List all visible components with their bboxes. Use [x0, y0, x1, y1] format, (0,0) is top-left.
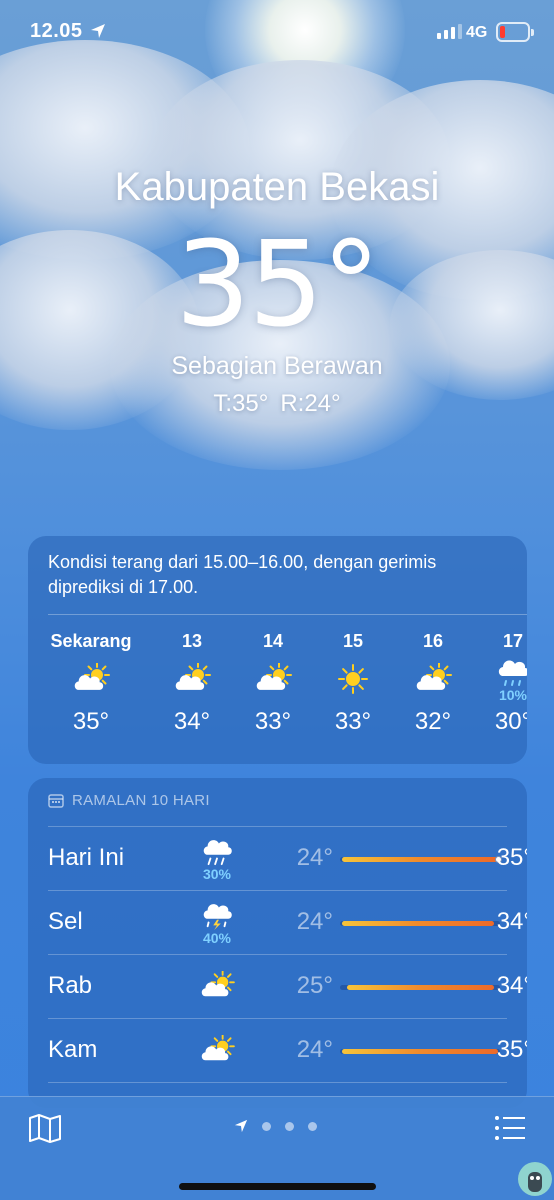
day-label: Hari Ini [48, 844, 125, 871]
high-temperature: T:35° [213, 390, 269, 417]
location-arrow-icon [91, 24, 105, 38]
hour-label: 15 [342, 631, 364, 651]
current-temperature: 35° [175, 215, 380, 353]
list-icon[interactable] [494, 1115, 526, 1141]
daily-forecast-title: RAMALAN 10 HARI [72, 792, 210, 809]
partly-sunny-icon [416, 663, 452, 690]
city-name: Kabupaten Bekasi [114, 165, 440, 209]
hour-icon-wrap [313, 654, 393, 704]
daily-row[interactable]: Sel 40% 24° 34° [48, 890, 527, 954]
daily-forecast-card[interactable]: RAMALAN 10 HARI Hari Ini 30% 24° 35° Sel… [28, 778, 527, 1108]
hour-temperature: 32° [414, 708, 452, 735]
hourly-item: 14 33° [233, 628, 313, 736]
daily-row[interactable]: Rab 25° 34° [48, 954, 527, 1018]
divider [48, 614, 527, 615]
hourly-item: 15 33° [313, 628, 393, 736]
avatar-icon [528, 1172, 542, 1192]
hour-label: 16 [422, 631, 444, 651]
hour-temperature: 35° [72, 708, 110, 735]
page-dot [308, 1121, 317, 1131]
network-type: 4G [466, 24, 488, 41]
page-indicator[interactable] [234, 1119, 317, 1133]
status-time: 12.05 [30, 20, 83, 42]
partly-sunny-icon [175, 663, 211, 690]
low-temperature: 24° [296, 844, 333, 871]
status-bar: 12.05 4G [0, 0, 554, 64]
hour-label: 17 [502, 631, 524, 651]
day-label: Kam [48, 1036, 98, 1063]
high-temperature: 34° [496, 908, 527, 935]
low-temperature: R:24° [280, 390, 341, 417]
hourly-item: 17 10% 30° [473, 628, 527, 736]
daily-row[interactable]: Kam 24° 35° [48, 1018, 527, 1082]
daily-row[interactable]: Hari Ini 30% 24° 35° [48, 826, 527, 890]
precip-chance: 30% [202, 865, 232, 882]
calendar-icon [48, 794, 64, 808]
divider [48, 1082, 507, 1083]
sun-icon [338, 664, 368, 694]
avatar[interactable] [518, 1162, 552, 1196]
high-temperature: 34° [496, 972, 527, 999]
hour-label: 14 [262, 631, 284, 651]
hourly-list[interactable]: Sekarang 35° 13 34° 14 33° 15 33° 16 32°… [28, 628, 527, 758]
precip-chance: 40% [202, 929, 232, 946]
hour-icon-wrap [152, 654, 232, 704]
map-icon[interactable] [28, 1113, 62, 1143]
battery-icon [496, 22, 534, 42]
high-temperature: 35° [496, 844, 527, 871]
high-low: T:35° R:24° [0, 390, 554, 418]
day-label: Rab [48, 972, 93, 999]
drizzle-icon [498, 660, 527, 686]
hour-icon-wrap: 10% [473, 654, 527, 704]
low-temperature: 25° [296, 972, 333, 999]
rain-cloud-icon [203, 839, 232, 865]
partly-sunny-icon [74, 663, 110, 690]
hourly-item: 13 34° [152, 628, 232, 736]
partly-sunny-icon [201, 1035, 235, 1061]
day-label: Sel [48, 908, 83, 935]
precip-chance: 10% [498, 687, 527, 703]
location-page-icon [234, 1119, 248, 1133]
hour-temperature: 33° [334, 708, 372, 735]
day-icon-wrap [188, 1022, 246, 1078]
forecast-summary: Kondisi terang dari 15.00–16.00, dengan … [48, 552, 437, 597]
daily-forecast-header: RAMALAN 10 HARI [48, 792, 210, 809]
hour-icon-wrap [393, 654, 473, 704]
low-temperature: 24° [296, 1036, 333, 1063]
hourly-forecast-card[interactable]: Kondisi terang dari 15.00–16.00, dengan … [28, 536, 527, 764]
hour-label: Sekarang [50, 631, 132, 651]
page-dot [262, 1121, 271, 1131]
day-icon-wrap [188, 958, 246, 1014]
low-temperature: 24° [296, 908, 333, 935]
hourly-item: 16 32° [393, 628, 473, 736]
hour-icon-wrap [47, 654, 135, 704]
high-temperature: 35° [496, 1036, 527, 1063]
day-icon-wrap: 40% [188, 894, 246, 950]
home-indicator[interactable] [179, 1183, 376, 1190]
hour-icon-wrap [233, 654, 313, 704]
thunderstorm-icon [203, 903, 232, 930]
signal-strength-icon [437, 24, 462, 39]
page-dot [285, 1121, 294, 1131]
bottom-toolbar [0, 1096, 554, 1200]
hour-label: 13 [181, 631, 203, 651]
partly-sunny-icon [201, 971, 235, 997]
day-icon-wrap: 30% [188, 830, 246, 886]
hour-temperature: 33° [254, 708, 292, 735]
current-condition: Sebagian Berawan [171, 352, 383, 380]
partly-sunny-icon [256, 663, 292, 690]
hour-temperature: 34° [173, 708, 211, 735]
hourly-item: Sekarang 35° [47, 628, 135, 736]
hour-temperature: 30° [494, 708, 527, 735]
